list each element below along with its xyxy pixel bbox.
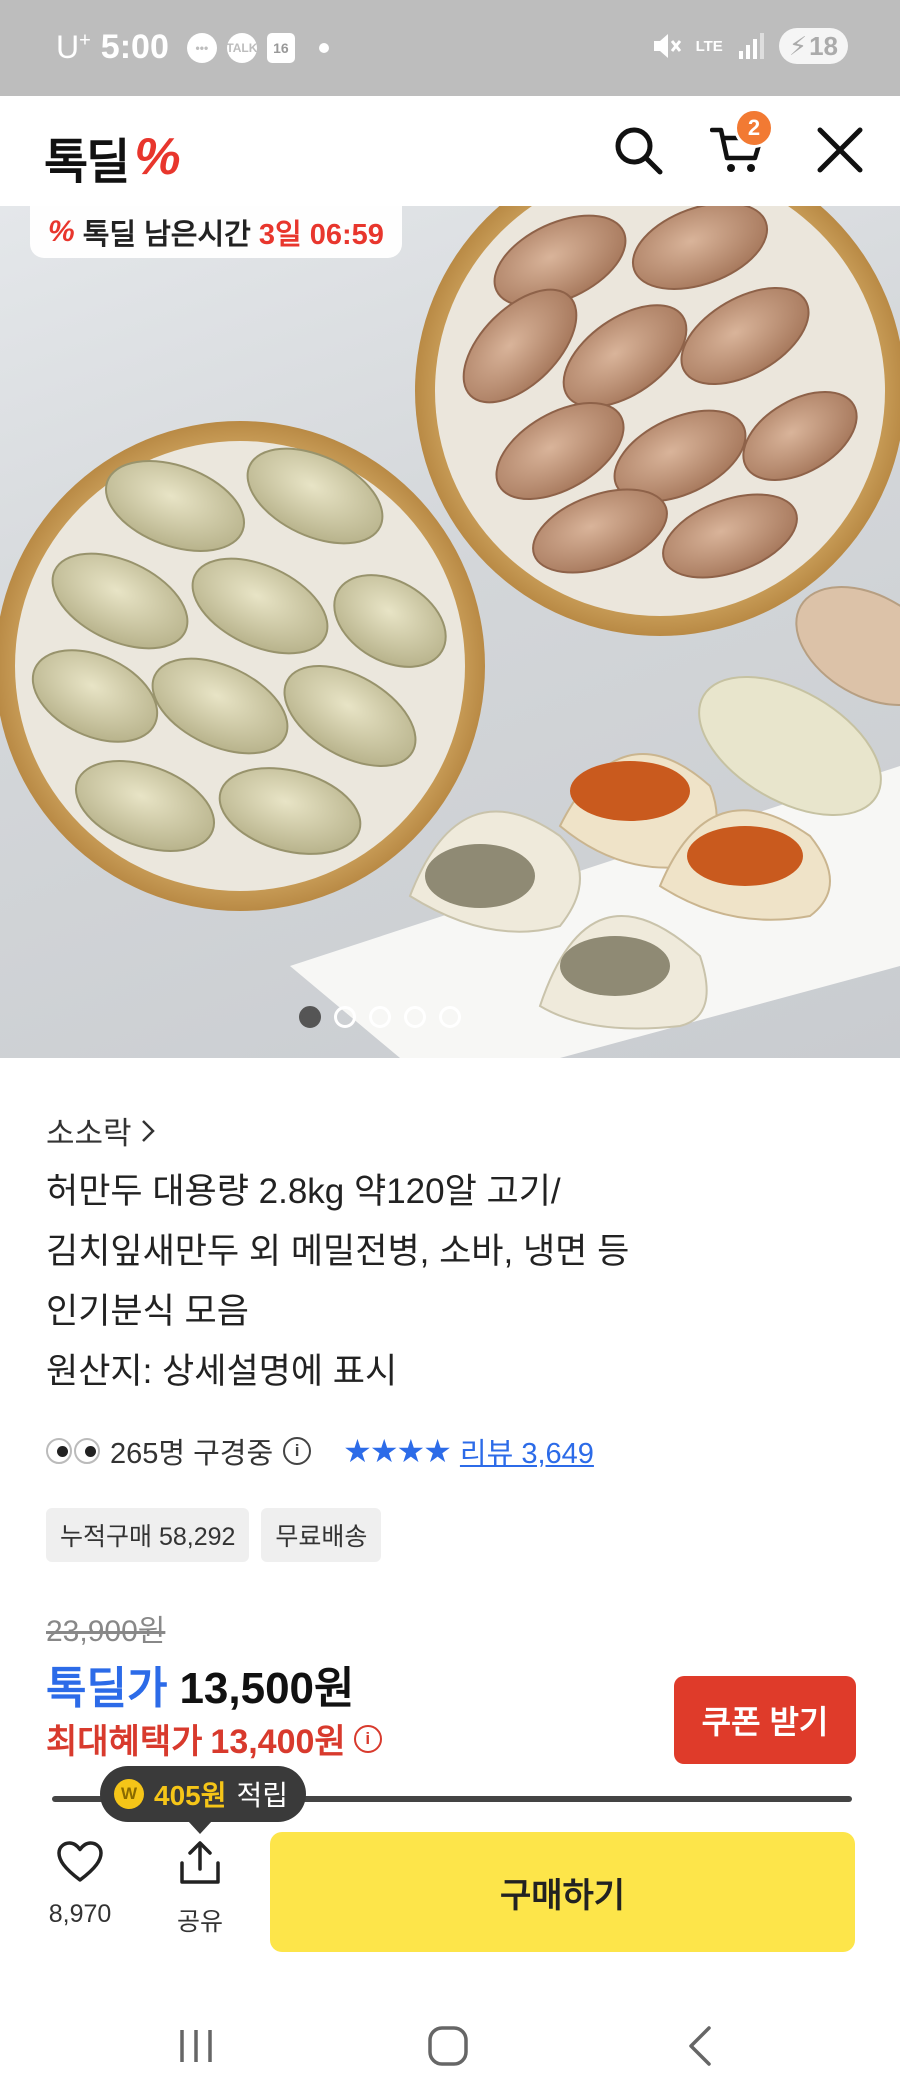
product-chips: 누적구매 58,292 무료배송 bbox=[46, 1508, 382, 1562]
system-nav-bar bbox=[0, 1992, 900, 2100]
timer-label: 톡딜 남은시간 bbox=[82, 219, 251, 251]
info-icon[interactable]: i bbox=[353, 1724, 382, 1753]
product-title-line: 인기분식 모음 bbox=[46, 1292, 249, 1331]
search-icon bbox=[615, 127, 663, 175]
eyes-icon bbox=[46, 1438, 100, 1464]
deal-price: 13,500원 bbox=[179, 1664, 355, 1713]
carousel-dot[interactable] bbox=[299, 1006, 321, 1028]
brand-link[interactable]: 소소락 bbox=[46, 1108, 156, 1153]
product-title-line: 허만두 대용량 2.8kg 약120알 고기/ bbox=[46, 1172, 561, 1211]
buy-button[interactable]: 구매하기 bbox=[270, 1832, 855, 1952]
product-title: 허만두 대용량 2.8kg 약120알 고기/ 김치잎새만두 외 메밀전병, 소… bbox=[46, 1162, 866, 1402]
share-button[interactable]: 공유 bbox=[160, 1840, 240, 1938]
heart-icon bbox=[57, 1841, 103, 1882]
timer-countdown: 3일 06:59 bbox=[258, 219, 384, 251]
rating-stars-icon: ★★★★ bbox=[343, 1433, 452, 1469]
review-link[interactable]: 리뷰 3,649 bbox=[460, 1430, 594, 1472]
message-icon: ••• bbox=[186, 32, 217, 63]
kakaotalk-icon: TALK bbox=[226, 32, 257, 63]
search-button[interactable] bbox=[608, 120, 668, 180]
cumulative-purchase-chip: 누적구매 58,292 bbox=[46, 1508, 250, 1562]
status-time: 5:00 bbox=[100, 28, 169, 66]
carrier-label: U+ bbox=[56, 29, 91, 65]
calendar-icon: 16 bbox=[266, 32, 295, 63]
max-benefit-price: 13,400원 bbox=[210, 1723, 346, 1761]
recent-apps-button[interactable] bbox=[156, 2016, 236, 2076]
signal-icon bbox=[738, 33, 764, 59]
back-button[interactable] bbox=[660, 2016, 740, 2076]
lte-icon: LTE bbox=[695, 37, 723, 55]
status-right: LTE ⚡ 18 bbox=[648, 28, 848, 64]
deal-price-label: 톡딜가 bbox=[46, 1664, 168, 1713]
reward-amount: 405원 bbox=[154, 1780, 227, 1811]
reward-suffix: 적립 bbox=[236, 1780, 289, 1811]
carousel-dot[interactable] bbox=[334, 1006, 356, 1028]
share-icon bbox=[180, 1841, 220, 1884]
chevron-right-icon bbox=[141, 1119, 155, 1142]
deal-price-row: 톡딜가 13,500원 bbox=[46, 1652, 355, 1716]
mute-icon bbox=[653, 34, 681, 58]
recent-apps-icon bbox=[180, 2030, 212, 2062]
cart-count-badge: 2 bbox=[734, 108, 774, 148]
carousel-dot[interactable] bbox=[439, 1006, 461, 1028]
dumpling-photo bbox=[0, 206, 900, 1058]
brand-name: 소소락 bbox=[46, 1116, 132, 1151]
logo-percent-mark: % bbox=[134, 128, 181, 186]
product-origin: 원산지: 상세설명에 표시 bbox=[46, 1352, 398, 1391]
battery-icon: ⚡ 18 bbox=[778, 28, 848, 64]
max-benefit-label: 최대혜택가 bbox=[46, 1723, 203, 1761]
product-title-line: 김치잎새만두 외 메밀전병, 소바, 냉면 등 bbox=[46, 1232, 630, 1271]
back-icon bbox=[689, 2026, 711, 2066]
deal-percent-icon: % bbox=[48, 215, 75, 248]
original-price: 23,900원 bbox=[46, 1615, 166, 1648]
product-image-carousel[interactable]: % 톡딜 남은시간 3일 06:59 bbox=[0, 206, 900, 1058]
app-header: 톡딜 % 2 bbox=[0, 96, 900, 206]
status-left: U+ 5:00 ••• TALK 16 bbox=[56, 28, 329, 67]
max-benefit-row: 최대혜택가 13,400원 i bbox=[46, 1714, 382, 1763]
home-icon bbox=[428, 2026, 468, 2066]
talkdeal-logo[interactable]: 톡딜 % bbox=[44, 122, 181, 192]
info-icon[interactable]: i bbox=[283, 1437, 312, 1465]
carousel-indicator bbox=[0, 1006, 830, 1028]
cart-button[interactable]: 2 bbox=[708, 108, 774, 180]
deal-timer-badge: % 톡딜 남은시간 3일 06:59 bbox=[30, 206, 402, 258]
coin-icon: W bbox=[114, 1779, 144, 1809]
logo-text: 톡딜 bbox=[44, 134, 130, 190]
get-coupon-button[interactable]: 쿠폰 받기 bbox=[674, 1676, 856, 1764]
home-button[interactable] bbox=[408, 2016, 488, 2076]
share-label: 공유 bbox=[176, 1908, 223, 1936]
reward-tooltip: W 405원 적립 bbox=[100, 1766, 307, 1834]
viewer-count: 265명 구경중 bbox=[110, 1438, 274, 1470]
like-button[interactable]: 8,970 bbox=[40, 1840, 120, 1929]
carousel-dot[interactable] bbox=[404, 1006, 426, 1028]
status-bar: U+ 5:00 ••• TALK 16 LTE ⚡ 18 bbox=[0, 0, 900, 96]
close-icon bbox=[817, 127, 863, 173]
notification-dot-icon bbox=[318, 42, 329, 53]
like-count: 8,970 bbox=[48, 1900, 112, 1928]
carousel-dot[interactable] bbox=[369, 1006, 391, 1028]
social-proof-row: 265명 구경중 i ★★★★ 리뷰 3,649 bbox=[46, 1430, 594, 1472]
free-shipping-chip: 무료배송 bbox=[261, 1508, 382, 1562]
close-button[interactable] bbox=[810, 120, 870, 180]
